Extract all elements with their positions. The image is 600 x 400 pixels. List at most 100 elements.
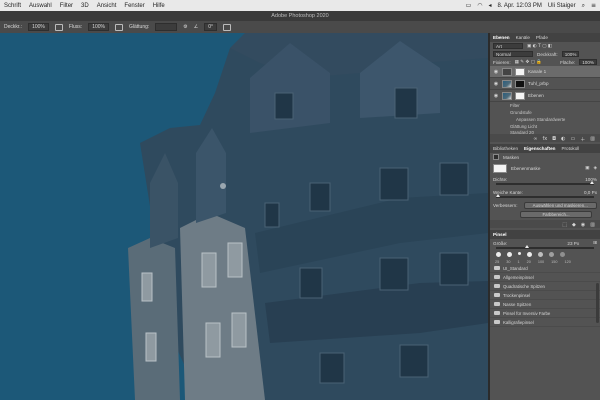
tab-pinsel[interactable]: Pinsel	[493, 232, 507, 237]
layer-filter-row: Art ▣ ◐ T ▢ ◧	[490, 42, 600, 50]
weiche-slider[interactable]	[496, 194, 594, 198]
smart-filter-item[interactable]: Glättung Licht	[490, 123, 600, 130]
wifi-icon[interactable]: ◠	[477, 2, 482, 9]
battery-icon[interactable]: ▭	[466, 2, 472, 9]
visibility-eye-icon[interactable]: ◉	[493, 93, 499, 99]
smart-filter-item[interactable]: Filter	[490, 102, 600, 109]
menu-auswahl[interactable]: Auswahl	[29, 3, 52, 9]
new-layer-icon[interactable]: ＋	[580, 136, 585, 143]
deckkraft-field[interactable]: 100%	[28, 23, 49, 31]
color-range-button[interactable]: Farbbereich...	[520, 211, 592, 218]
layer-row[interactable]: ◉ Ebenen	[490, 90, 600, 102]
brush-preset[interactable]	[518, 252, 521, 255]
pressure-opacity-icon[interactable]	[54, 23, 63, 31]
brush-preset[interactable]	[507, 252, 512, 257]
adjustment-icon[interactable]: ◐	[561, 136, 565, 142]
mask-thumb[interactable]	[515, 67, 525, 76]
visibility-eye-icon[interactable]: ◉	[493, 69, 499, 75]
tab-protokoll[interactable]: Protokoll	[561, 146, 579, 151]
fx-icon[interactable]: fx	[542, 136, 547, 142]
brush-size-value[interactable]: 23 Px	[567, 241, 579, 246]
preset-size: 120	[564, 260, 571, 264]
new-brush-icon[interactable]: ⊞	[593, 241, 597, 246]
slider-knob[interactable]	[590, 181, 594, 184]
brush-folder[interactable]: Pinsel für Inversiv Farbe	[490, 309, 600, 318]
airbrush-icon[interactable]	[115, 23, 123, 31]
settings-gear-icon[interactable]: ⚙	[183, 24, 187, 30]
pressure-size-icon[interactable]	[223, 23, 232, 31]
filter-icons[interactable]: ▣ ◐ T ▢ ◧	[527, 44, 552, 49]
tab-bibliotheken[interactable]: Bibliotheken	[493, 146, 518, 151]
slider-knob[interactable]	[525, 245, 530, 248]
tab-eigenschaften[interactable]: Eigenschaften	[524, 146, 555, 151]
layer-name[interactable]: Tuhl_prbp	[528, 81, 549, 86]
menu-hilfe[interactable]: Hilfe	[153, 3, 165, 9]
folder-label: Allgemeinpinsel	[503, 274, 534, 280]
weiche-value[interactable]: 0,0 Px	[584, 190, 597, 195]
fluss-field[interactable]: 100%	[88, 23, 109, 31]
brush-preset[interactable]	[527, 252, 532, 257]
visibility-eye-icon[interactable]: ◉	[493, 81, 499, 87]
folder-label: Nasse Spitzen	[503, 301, 532, 307]
layer-name[interactable]: Kanale 1	[528, 69, 546, 74]
brush-folder[interactable]: Nasse Spitzen	[490, 300, 600, 309]
verbessern-row: Verbessern: Auswählen und maskieren...	[490, 201, 600, 209]
mask-thumb[interactable]	[515, 91, 525, 100]
menu-fenster[interactable]: Fenster	[124, 3, 144, 9]
menu-filter[interactable]: Filter	[60, 3, 73, 9]
document-canvas[interactable]	[0, 33, 488, 400]
apply-mask-icon[interactable]: ◆	[572, 222, 576, 228]
vector-mask-icon[interactable]: ◈	[593, 166, 597, 171]
properties-tabs: Bibliotheken Eigenschaften Protokoll	[490, 144, 600, 153]
layer-name[interactable]: Ebenen	[528, 93, 544, 98]
fill-field[interactable]: 100%	[579, 59, 597, 65]
deckkraft-label: Deckkr.:	[4, 24, 23, 30]
link-icon[interactable]: ∞	[533, 136, 537, 142]
add-mask-icon[interactable]: ◘	[552, 136, 556, 142]
menu-list-icon[interactable]: ≡	[591, 2, 596, 9]
load-selection-icon[interactable]: ⬚	[562, 222, 567, 228]
search-icon[interactable]: ⌕	[582, 2, 585, 10]
mask-thumb[interactable]	[515, 79, 525, 88]
layers-footer: ∞ fx ◘ ◐ ▭ ＋ ▥	[490, 134, 600, 143]
angle-field[interactable]: 0°	[204, 23, 218, 31]
brush-preset[interactable]	[496, 252, 501, 257]
brush-folder[interactable]: Allgemeinpinsel	[490, 273, 600, 282]
tab-ebenen[interactable]: Ebenen	[493, 35, 510, 40]
panel-scrollbar[interactable]	[596, 283, 599, 323]
volume-icon[interactable]: ◂	[489, 2, 492, 9]
brush-preset[interactable]	[549, 252, 554, 257]
menu-ansicht[interactable]: Ansicht	[97, 3, 117, 9]
visibility-icon[interactable]: ◉	[581, 222, 585, 228]
canvas-image	[0, 33, 488, 400]
brush-size-slider[interactable]	[496, 245, 594, 249]
brush-folder[interactable]: Trockenpinsel	[490, 291, 600, 300]
smart-filter-item[interactable]: Grundstufe	[490, 109, 600, 116]
brush-preset[interactable]	[560, 252, 565, 257]
trash-icon[interactable]: ▥	[590, 222, 595, 228]
slider-knob[interactable]	[496, 194, 500, 197]
trash-icon[interactable]: ▥	[590, 136, 595, 142]
brush-folder[interactable]: Quadratische Spitzen	[490, 282, 600, 291]
layer-row[interactable]: ◉ Kanale 1	[490, 66, 600, 78]
brush-folder[interactable]: UI_Standard	[490, 264, 600, 273]
pixel-mask-icon[interactable]: ▣	[585, 166, 589, 171]
tab-pfade[interactable]: Pfade	[536, 35, 548, 40]
datetime[interactable]: 8. Apr. 12:03 PM	[498, 3, 542, 9]
select-and-mask-button[interactable]: Auswählen und maskieren...	[523, 201, 597, 209]
user-name[interactable]: Uli Staiger	[548, 3, 576, 9]
folder-icon[interactable]: ▭	[571, 136, 576, 142]
brush-preset[interactable]	[538, 252, 543, 257]
opacity-field[interactable]: 100%	[561, 51, 580, 57]
layer-kind-select[interactable]: Art	[493, 43, 523, 49]
menu-schrift[interactable]: Schrift	[4, 3, 21, 9]
tab-kanaele[interactable]: Kanäle	[516, 35, 530, 40]
lock-icons[interactable]: ▦ ✎ ✥ ▢ 🔒	[515, 60, 542, 65]
dichte-slider[interactable]	[496, 181, 594, 185]
brush-folder[interactable]: Kalligrafiepinsel	[490, 318, 600, 327]
menu-3d[interactable]: 3D	[81, 3, 89, 9]
glaettung-field[interactable]	[155, 23, 178, 31]
layer-row[interactable]: ◉ Tuhl_prbp	[490, 78, 600, 90]
blend-mode-select[interactable]: Normal	[493, 51, 533, 57]
smart-filter-item[interactable]: Anpassen Standardwerte	[490, 116, 600, 123]
